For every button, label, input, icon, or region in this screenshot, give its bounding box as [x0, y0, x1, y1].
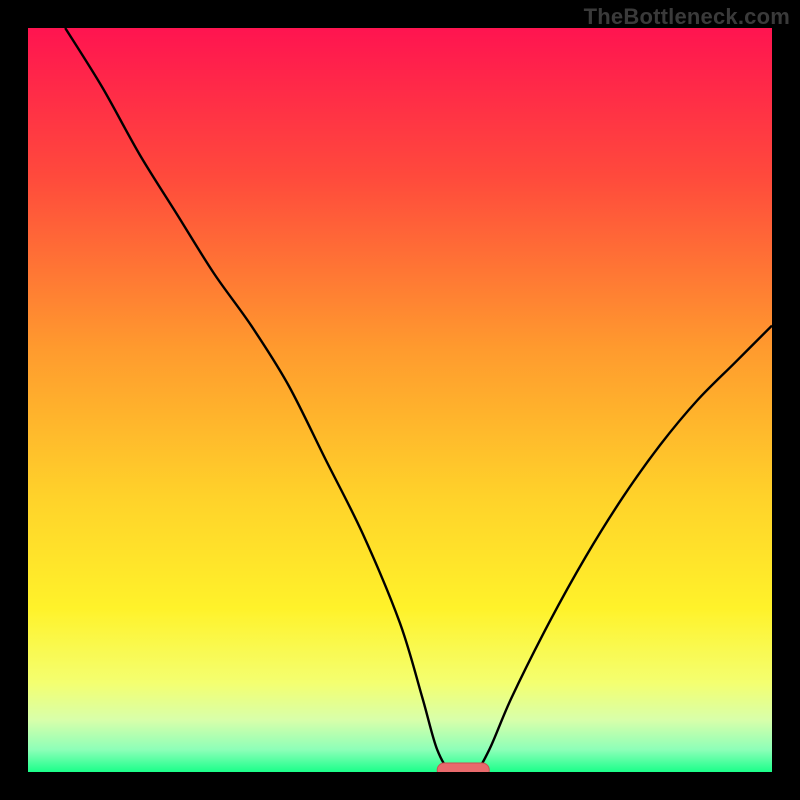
optimum-marker	[437, 763, 489, 772]
plot-area	[28, 28, 772, 772]
gradient-background	[28, 28, 772, 772]
watermark-text: TheBottleneck.com	[584, 4, 790, 30]
bottleneck-chart	[28, 28, 772, 772]
chart-frame: TheBottleneck.com	[0, 0, 800, 800]
